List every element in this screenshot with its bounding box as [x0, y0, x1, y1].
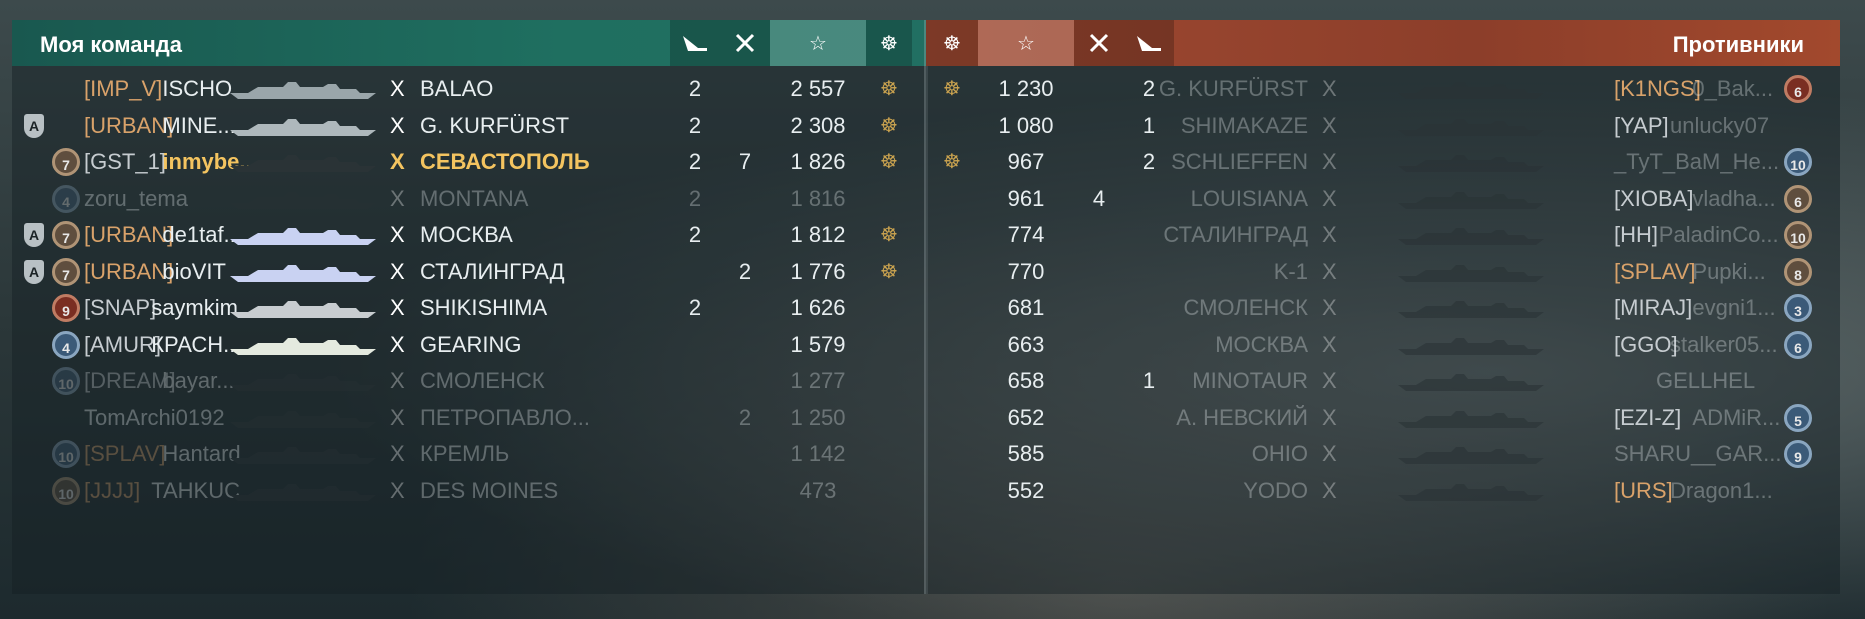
- my-team-panel: Моя команда ☆ ☸ [IMP_V] ISCHO... X BALAO 2 2 …: [12, 20, 926, 594]
- ship-silhouette-icon: [230, 374, 376, 391]
- rank-badge-icon: 7: [52, 257, 80, 286]
- ship-silhouette-icon: [230, 228, 376, 245]
- ship-silhouette-icon: [230, 447, 376, 464]
- enemy-team-panel: ☸ ☆ Противники ☸ 1 230 2 G. KURFÜRST X [K1NGS…: [926, 20, 1840, 594]
- ship-silhouette-icon: [230, 191, 376, 209]
- ship-silhouette-icon: [230, 301, 376, 318]
- torpedo-hits-column-icon[interactable]: [1124, 20, 1174, 66]
- rank-badge-icon: 10: [1784, 148, 1812, 176]
- ship-silhouette-icon: [230, 118, 376, 136]
- division-leader-icon: A: [24, 223, 44, 247]
- player-name[interactable]: Dragon1...: [1670, 470, 1773, 512]
- enemy-team-title: Противники: [1672, 32, 1804, 57]
- ship-silhouette-icon: [1398, 447, 1544, 464]
- rank-badge-icon: 10: [52, 440, 80, 468]
- score-value: 473: [799, 477, 837, 503]
- ship-silhouette-icon: [1398, 264, 1544, 282]
- ship-silhouette-icon: [230, 410, 376, 428]
- rank-badge-icon: 9: [52, 294, 80, 322]
- division-leader-icon: A: [24, 113, 44, 138]
- medal-column-icon[interactable]: ☸: [926, 20, 978, 66]
- rank-badge-icon: 9: [1784, 440, 1812, 468]
- ship-silhouette-icon: [230, 264, 376, 282]
- medal-column-icon[interactable]: ☸: [866, 20, 912, 66]
- score-column-star-icon[interactable]: ☆: [978, 20, 1074, 66]
- score-column-star-icon[interactable]: ☆: [770, 20, 866, 66]
- ship-name[interactable]: YODO: [1243, 470, 1308, 512]
- my-team-row[interactable]: 10 [JJJJ] TAHKUC... X DES MOINES 473: [12, 470, 926, 512]
- rank-badge-icon: 7: [52, 221, 80, 249]
- ship-silhouette-icon: [1398, 410, 1544, 428]
- planes-shot-column-icon[interactable]: [720, 20, 770, 66]
- ship-silhouette-icon: [1398, 82, 1544, 99]
- ship-silhouette-icon: [230, 337, 376, 355]
- rank-badge-icon: 4: [52, 330, 80, 359]
- ship-name[interactable]: DES MOINES: [420, 470, 558, 512]
- rank-badge-icon: 5: [1784, 403, 1812, 432]
- rank-badge-icon: 6: [1784, 330, 1812, 359]
- torpedo-hits-column-icon[interactable]: [670, 20, 720, 66]
- planes-shot-column-icon[interactable]: [1074, 20, 1124, 66]
- rank-badge-icon: 10: [52, 476, 80, 505]
- ship-silhouette-icon: [1398, 483, 1544, 501]
- ship-silhouette-icon: [230, 82, 376, 99]
- rank-badge-icon: 10: [1784, 221, 1812, 249]
- enemy-team-row[interactable]: 552 YODO X [URS] Dragon1...: [926, 470, 1840, 512]
- rank-badge-icon: 4: [52, 184, 80, 213]
- ship-class-x: X: [1322, 477, 1337, 503]
- my-team-header: Моя команда ☆ ☸: [12, 20, 926, 66]
- ship-silhouette-icon: [1398, 118, 1544, 136]
- rank-badge-icon: 3: [1784, 294, 1812, 322]
- rank-badge-icon: 6: [1784, 75, 1812, 103]
- rank-badge-icon: 8: [1784, 257, 1812, 286]
- rank-badge-icon: 7: [52, 148, 80, 176]
- clan-tag[interactable]: [JJJJ]: [84, 470, 140, 512]
- ship-silhouette-icon: [1398, 374, 1544, 391]
- battle-scoreboard: Моя команда ☆ ☸ [IMP_V] ISCHO... X BALAO 2 2 …: [12, 20, 1840, 594]
- ship-silhouette-icon: [1398, 337, 1544, 355]
- clan-tag[interactable]: [URS]: [1614, 470, 1673, 512]
- rank-badge-icon: 6: [1784, 184, 1812, 213]
- ship-silhouette-icon: [1398, 301, 1544, 318]
- ship-silhouette-icon: [1398, 191, 1544, 209]
- ship-silhouette-icon: [230, 155, 376, 172]
- division-leader-icon: A: [24, 259, 44, 284]
- ship-silhouette-icon: [1398, 155, 1544, 172]
- score-value: 552: [1007, 477, 1045, 503]
- enemy-team-header: ☸ ☆ Противники: [926, 20, 1840, 66]
- my-team-title: Моя команда: [40, 32, 183, 57]
- rank-badge-icon: 10: [52, 367, 80, 395]
- ship-silhouette-icon: [230, 483, 376, 501]
- ship-silhouette-icon: [1398, 228, 1544, 245]
- ship-class-x: X: [390, 477, 405, 503]
